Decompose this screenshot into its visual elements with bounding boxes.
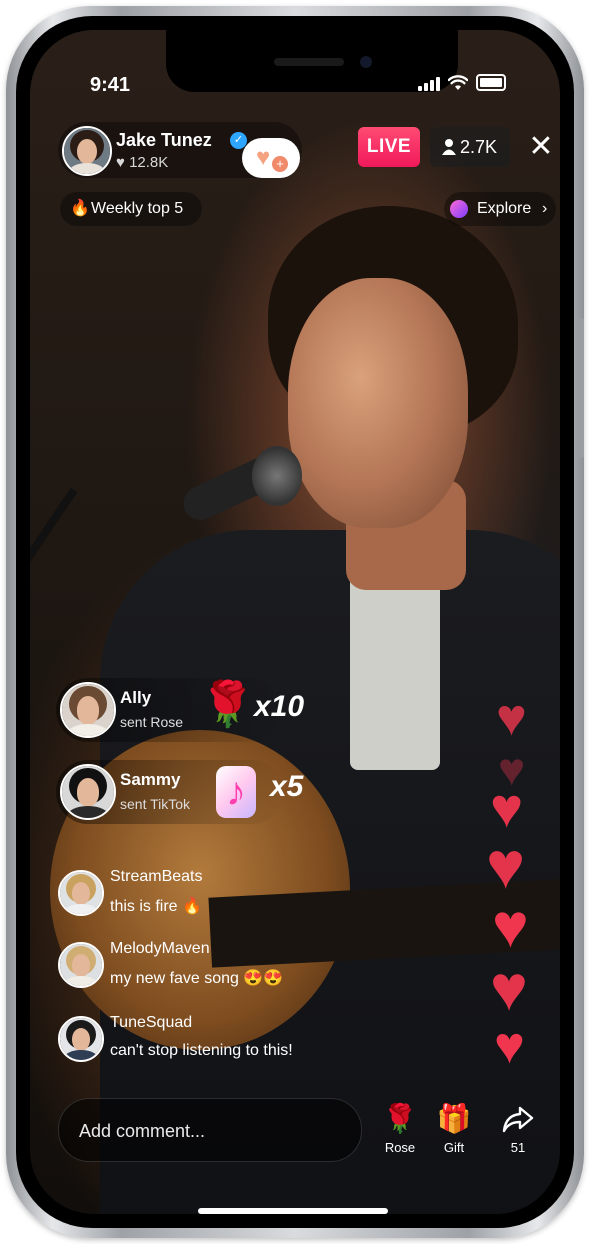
rose-icon: 🌹 [200,680,255,729]
viewer-count-value: 2.7K [460,137,498,157]
weekly-top-label: Weekly top 5 [91,200,184,217]
heart-icon: ♥ [486,828,526,902]
commenter-avatar[interactable] [58,942,104,988]
gift-icon: 🎁 [436,1103,472,1134]
commenter-name: MelodyMaven [110,940,210,957]
signal-icon [418,75,440,91]
gift-label: Gift [443,1140,465,1155]
live-stream-screen: 9:41 Jake Tunez ✓ ♥ 12.8K ♥ + LIVE 2.7K … [30,30,560,1214]
heart-icon: ♥ [496,689,527,747]
share-count: 51 [510,1140,526,1155]
plus-icon: + [272,156,288,172]
system-icons [418,74,506,91]
bezel: 9:41 Jake Tunez ✓ ♥ 12.8K ♥ + LIVE 2.7K … [16,16,574,1228]
viewer-count[interactable]: 2.7K [430,127,510,167]
rose-icon: 🌹 [382,1103,418,1134]
gift-sender-avatar[interactable] [60,764,116,820]
performer-face [288,278,468,528]
comment-input[interactable] [77,1099,341,1163]
speaker [274,58,344,66]
gift-sender-name: Ally [120,688,152,707]
person-icon [442,139,456,155]
host-likes: ♥ 12.8K [116,154,168,171]
follow-heart-icon: ♥ [256,144,271,171]
rose-label: Rose [384,1140,416,1155]
comment-text: my new fave song 😍😍 [110,970,284,987]
follow-button[interactable]: ♥ + [242,138,300,178]
phone-frame: 9:41 Jake Tunez ✓ ♥ 12.8K ♥ + LIVE 2.7K … [6,6,584,1238]
comment-bar [58,1098,362,1163]
gift-action: sent Rose [120,714,184,730]
mic-stand [30,487,78,683]
front-camera [360,56,372,68]
fire-icon: 🔥 [70,200,90,217]
host-avatar[interactable] [62,126,112,176]
explore-pill[interactable]: Explore › [444,192,556,226]
weekly-top-pill[interactable]: 🔥 Weekly top 5 [60,192,202,226]
rose-button[interactable]: 🌹 Rose [372,1102,428,1166]
tiktok-gift-icon: ♪ [216,766,256,818]
comment-text: can't stop listening to this! [110,1042,293,1059]
gift-count: x10 [254,690,305,723]
chevron-right-icon: › [542,200,548,217]
performer-undershirt [350,570,440,770]
side-button [578,318,584,458]
gift-count: x5 [270,770,304,803]
gift-sender-name: Sammy [120,770,181,789]
commenter-name: TuneSquad [110,1014,193,1031]
gift-action: sent TikTok [120,796,191,812]
commenter-avatar[interactable] [58,870,104,916]
wifi-icon [448,74,468,90]
heart-icon: ♥ [492,892,529,961]
commenter-name: StreamBeats [110,868,203,885]
host-likes-count: 12.8K [129,154,169,171]
heart-icon: ♥ [494,1017,525,1075]
gift-button[interactable]: 🎁 Gift [426,1102,482,1166]
live-badge: LIVE [358,127,420,167]
gift-sender-avatar[interactable] [60,682,116,738]
heart-icon: ♥ [490,952,528,1024]
commenter-avatar[interactable] [58,1016,104,1062]
heart-icon: ♥ [116,154,125,171]
planet-icon [450,200,468,218]
status-time: 9:41 [90,74,131,96]
home-indicator[interactable] [198,1208,388,1214]
comment-text: this is fire 🔥 [110,898,202,915]
share-button[interactable]: 51 [490,1102,546,1166]
status-bar: 9:41 [30,30,560,120]
floating-hearts: ♥ ♥ ♥ ♥ ♥ ♥ ♥ [486,692,560,1092]
close-icon[interactable]: ✕ [524,130,558,164]
host-name[interactable]: Jake Tunez [116,130,212,151]
share-icon [502,1106,534,1133]
battery-icon [476,74,506,91]
notch [166,30,458,92]
microphone-head [252,446,302,506]
explore-label: Explore [477,200,532,217]
